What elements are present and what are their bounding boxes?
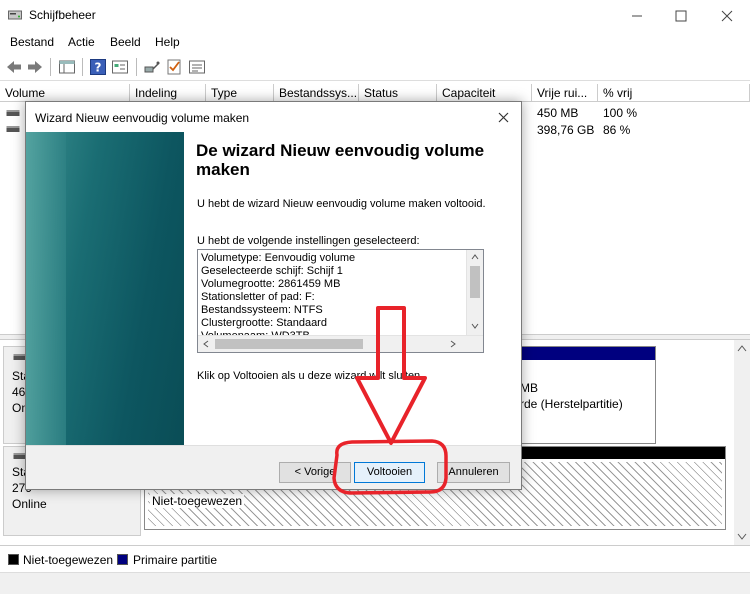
annotation-overlay [332,306,448,495]
red-down-arrow-icon [355,306,427,445]
red-highlight-box [332,439,448,495]
